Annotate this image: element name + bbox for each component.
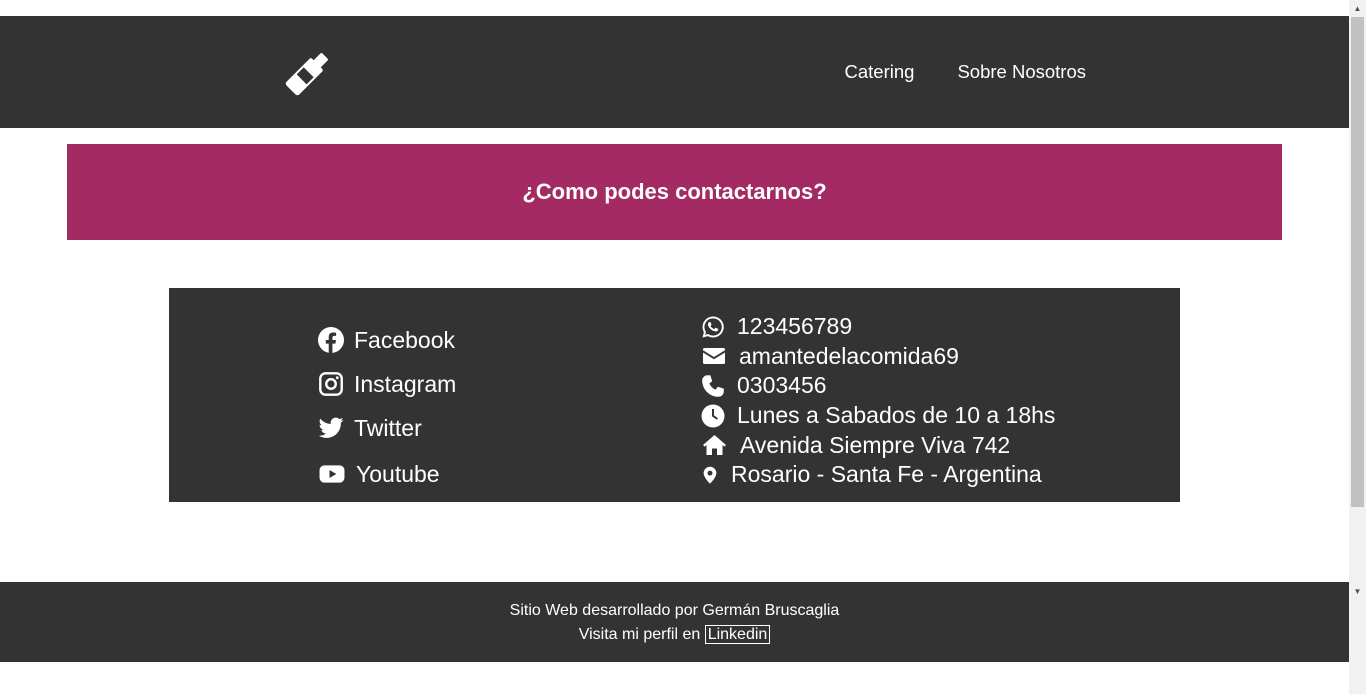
contact-hours-text: Lunes a Sabados de 10 a 18hs: [737, 402, 1056, 429]
envelope-icon: [703, 348, 725, 365]
contact-location: Rosario - Santa Fe - Argentina: [701, 460, 1055, 490]
social-link-label: Facebook: [354, 326, 456, 353]
whatsapp-icon: [702, 316, 724, 338]
contact-phone: 0303456: [701, 371, 1055, 401]
linkedin-link[interactable]: Linkedin: [704, 625, 771, 644]
contact-address: Avenida Siempre Viva 742: [701, 430, 1055, 460]
social-link-label: Twitter: [354, 414, 422, 441]
twitter-icon: [318, 417, 344, 438]
wine-bottle-icon[interactable]: [282, 48, 334, 98]
footer-credit: Sitio Web desarrollado por Germán Brusca…: [509, 602, 840, 619]
social-link-label: Instagram: [354, 370, 457, 397]
contact-whatsapp: 123456789: [701, 312, 1055, 342]
social-link-instagram[interactable]: Instagram: [318, 362, 456, 406]
facebook-icon: [318, 327, 344, 353]
map-marker-icon: [703, 466, 717, 484]
home-icon: [703, 435, 726, 456]
site-header: Catering Sobre Nosotros: [0, 16, 1349, 128]
social-link-facebook[interactable]: Facebook: [318, 318, 456, 362]
page: Catering Sobre Nosotros ¿Como podes cont…: [0, 0, 1349, 694]
main-nav: Catering Sobre Nosotros: [845, 61, 1086, 83]
page-scrollbar[interactable]: ▲ ▼: [1349, 0, 1366, 694]
page-title: ¿Como podes contactarnos?: [522, 179, 827, 204]
phone-icon: [702, 375, 724, 397]
social-link-twitter[interactable]: Twitter: [318, 406, 456, 450]
footer-profile-line: Visita mi perfil en Linkedin: [0, 625, 1349, 645]
clock-icon: [701, 404, 725, 428]
contact-email-text: amantedelacomida69: [739, 342, 959, 369]
contact-location-text: Rosario - Santa Fe - Argentina: [731, 461, 1042, 488]
scroll-up-arrow-icon[interactable]: ▲: [1349, 0, 1366, 17]
contact-banner: ¿Como podes contactarnos?: [67, 144, 1282, 240]
scroll-down-arrow-icon[interactable]: ▼: [1349, 583, 1366, 600]
contact-email: amantedelacomida69: [701, 342, 1055, 372]
site-footer: Sitio Web desarrollado por Germán Brusca…: [0, 582, 1349, 662]
contact-phone-text: 0303456: [737, 372, 827, 399]
social-link-label: Youtube: [356, 460, 440, 487]
instagram-icon: [319, 372, 343, 396]
contact-address-text: Avenida Siempre Viva 742: [740, 431, 1011, 458]
footer-profile-prefix: Visita mi perfil en: [578, 626, 701, 643]
contact-phone-whatsapp: 123456789: [737, 313, 853, 340]
scrollbar-thumb[interactable]: [1351, 17, 1364, 507]
contact-panel: Facebook Instagram Twitter Youtube 12345…: [169, 288, 1180, 502]
social-link-youtube[interactable]: Youtube: [318, 452, 456, 496]
contact-info: 123456789 amantedelacomida69 0303456 Lun…: [701, 312, 1055, 490]
youtube-icon: [319, 465, 345, 483]
nav-link-catering[interactable]: Catering: [845, 61, 915, 83]
nav-link-sobre-nosotros[interactable]: Sobre Nosotros: [957, 61, 1086, 83]
social-links: Facebook Instagram Twitter Youtube: [318, 318, 456, 496]
contact-hours: Lunes a Sabados de 10 a 18hs: [701, 401, 1055, 431]
